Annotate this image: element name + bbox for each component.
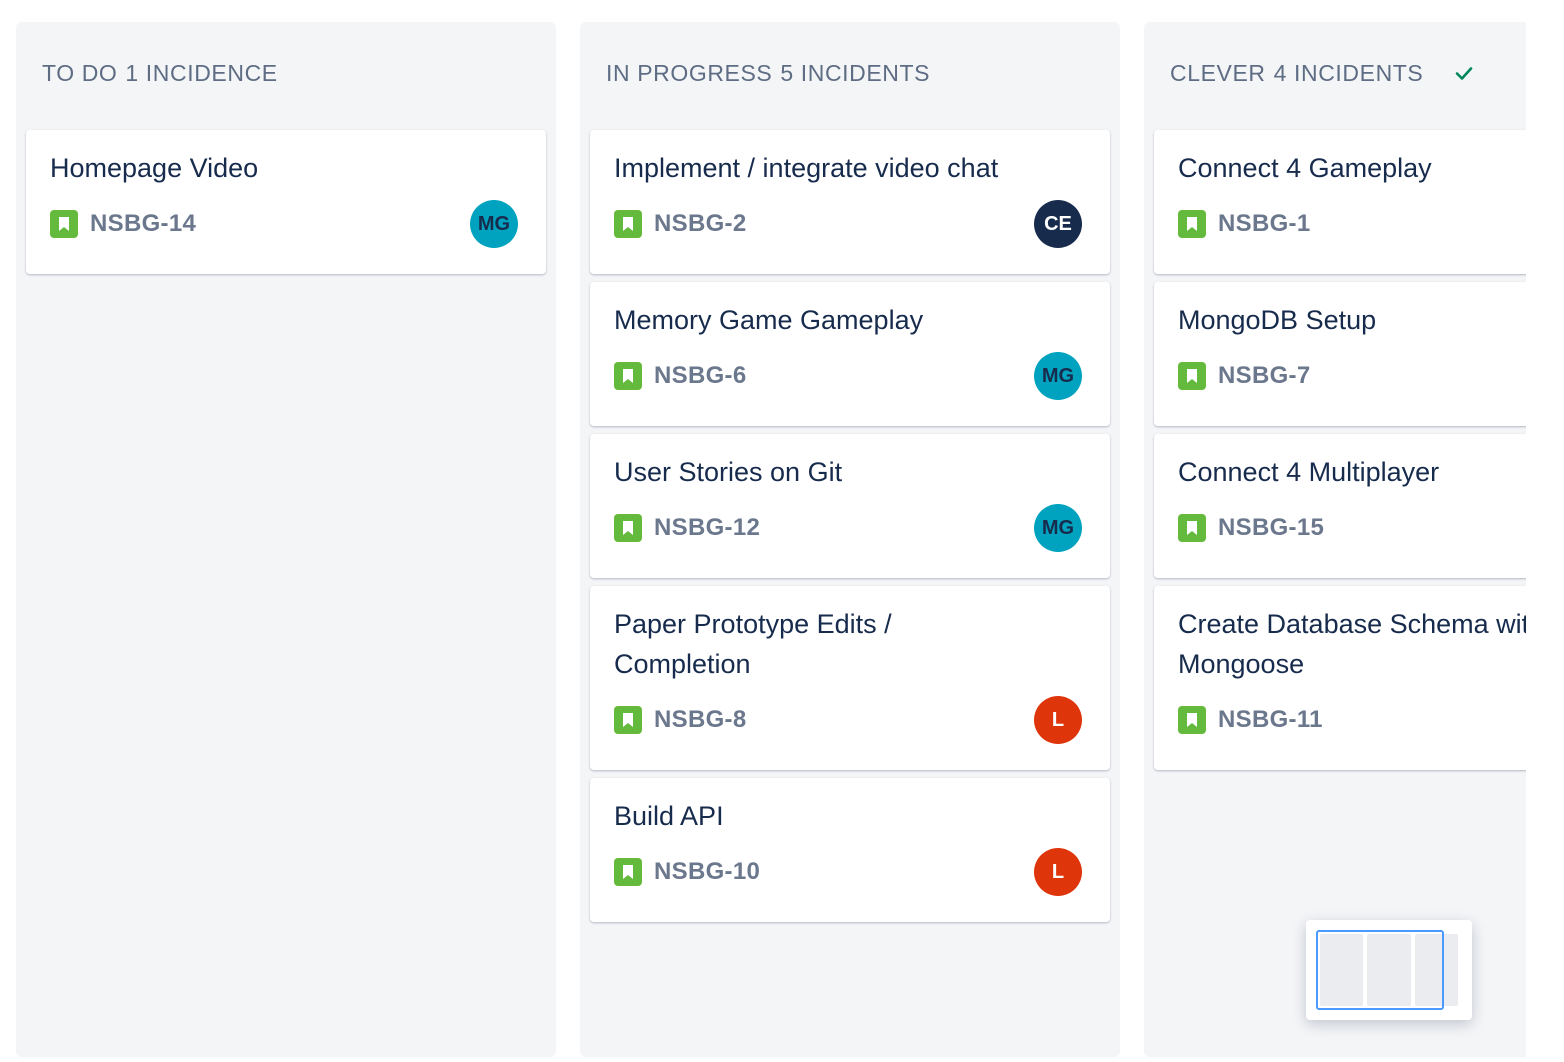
column-header[interactable]: TO DO 1 INCIDENCE bbox=[42, 58, 278, 88]
column-name: IN PROGRESS bbox=[606, 59, 773, 86]
minimap-viewport-handle[interactable] bbox=[1316, 930, 1444, 1010]
issue-key[interactable]: NSBG-1 bbox=[1218, 210, 1310, 238]
issue-card[interactable]: Connect 4 Gameplay NSBG-1 bbox=[1154, 130, 1526, 274]
card-title: Homepage Video bbox=[50, 153, 259, 183]
card-list: Homepage Video NSBG-14 MG bbox=[26, 130, 546, 282]
card-footer: NSBG-11 bbox=[1178, 696, 1526, 744]
column-count: 5 INCIDENTS bbox=[780, 59, 931, 86]
issue-card[interactable]: MongoDB Setup NSBG-7 bbox=[1154, 282, 1526, 426]
issue-card[interactable]: User Stories on Git NSBG-12 MG bbox=[590, 434, 1110, 578]
story-bookmark-icon bbox=[50, 210, 78, 238]
card-title: Connect 4 Gameplay bbox=[1178, 153, 1432, 183]
issue-key[interactable]: NSBG-10 bbox=[654, 858, 760, 886]
board-columns: TO DO 1 INCIDENCE Homepage Video NSBG-14… bbox=[0, 0, 1526, 1062]
assignee-avatar[interactable]: MG bbox=[1034, 352, 1082, 400]
story-bookmark-icon bbox=[614, 362, 642, 390]
issue-key[interactable]: NSBG-8 bbox=[654, 706, 746, 734]
column-name: CLEVER bbox=[1170, 59, 1266, 86]
card-title: Create Database Schema with Mongoose bbox=[1178, 604, 1526, 684]
story-bookmark-icon bbox=[1178, 362, 1206, 390]
board-minimap[interactable] bbox=[1306, 920, 1472, 1020]
board: TO DO 1 INCIDENCE Homepage Video NSBG-14… bbox=[0, 0, 1564, 1062]
issue-card[interactable]: Homepage Video NSBG-14 MG bbox=[26, 130, 546, 274]
card-title: Memory Game Gameplay bbox=[614, 305, 924, 335]
card-footer: NSBG-8 L bbox=[614, 696, 1086, 744]
story-bookmark-icon bbox=[1178, 706, 1206, 734]
story-bookmark-icon bbox=[614, 706, 642, 734]
card-footer: NSBG-14 MG bbox=[50, 200, 522, 248]
issue-card[interactable]: Paper Prototype Edits / Completion NSBG-… bbox=[590, 586, 1110, 770]
column-name: TO DO bbox=[42, 59, 118, 86]
assignee-avatar[interactable]: L bbox=[1034, 848, 1082, 896]
column-to-do: TO DO 1 INCIDENCE Homepage Video NSBG-14… bbox=[16, 22, 556, 1057]
card-footer: NSBG-12 MG bbox=[614, 504, 1086, 552]
card-footer: NSBG-10 L bbox=[614, 848, 1086, 896]
story-bookmark-icon bbox=[1178, 210, 1206, 238]
assignee-avatar[interactable]: L bbox=[1034, 696, 1082, 744]
issue-key[interactable]: NSBG-14 bbox=[90, 210, 196, 238]
card-list: Implement / integrate video chat NSBG-2 … bbox=[590, 130, 1110, 930]
column-count: 1 INCIDENCE bbox=[125, 59, 278, 86]
card-title: Implement / integrate video chat bbox=[614, 153, 999, 183]
card-footer: NSBG-1 bbox=[1178, 200, 1526, 248]
story-bookmark-icon bbox=[614, 210, 642, 238]
card-title: User Stories on Git bbox=[614, 457, 843, 487]
issue-key[interactable]: NSBG-6 bbox=[654, 362, 746, 390]
story-bookmark-icon bbox=[1178, 514, 1206, 542]
card-title: Connect 4 Multiplayer bbox=[1178, 457, 1440, 487]
issue-card[interactable]: Build API NSBG-10 L bbox=[590, 778, 1110, 922]
check-icon bbox=[1453, 62, 1475, 84]
issue-card[interactable]: Memory Game Gameplay NSBG-6 MG bbox=[590, 282, 1110, 426]
issue-card[interactable]: Implement / integrate video chat NSBG-2 … bbox=[590, 130, 1110, 274]
card-title: Build API bbox=[614, 801, 724, 831]
card-list: Connect 4 Gameplay NSBG-1 MongoDB Setup bbox=[1154, 130, 1526, 778]
story-bookmark-icon bbox=[614, 858, 642, 886]
card-footer: NSBG-6 MG bbox=[614, 352, 1086, 400]
issue-key[interactable]: NSBG-12 bbox=[654, 514, 760, 542]
issue-key[interactable]: NSBG-2 bbox=[654, 210, 746, 238]
assignee-avatar[interactable]: MG bbox=[470, 200, 518, 248]
assignee-avatar[interactable]: MG bbox=[1034, 504, 1082, 552]
assignee-avatar[interactable]: CE bbox=[1034, 200, 1082, 248]
issue-card[interactable]: Connect 4 Multiplayer NSBG-15 bbox=[1154, 434, 1526, 578]
issue-card[interactable]: Create Database Schema with Mongoose NSB… bbox=[1154, 586, 1526, 770]
issue-key[interactable]: NSBG-11 bbox=[1218, 706, 1323, 734]
card-footer: NSBG-7 bbox=[1178, 352, 1526, 400]
card-title: Paper Prototype Edits / Completion bbox=[614, 609, 892, 679]
issue-key[interactable]: NSBG-7 bbox=[1218, 362, 1310, 390]
column-header[interactable]: IN PROGRESS 5 INCIDENTS bbox=[606, 58, 930, 88]
story-bookmark-icon bbox=[614, 514, 642, 542]
column-header[interactable]: CLEVER 4 INCIDENTS bbox=[1170, 58, 1475, 88]
column-count: 4 INCIDENTS bbox=[1273, 59, 1424, 86]
column-in-progress: IN PROGRESS 5 INCIDENTS Implement / inte… bbox=[580, 22, 1120, 1057]
card-title-line: Mongoose bbox=[1178, 649, 1305, 679]
issue-key[interactable]: NSBG-15 bbox=[1218, 514, 1324, 542]
card-footer: NSBG-2 CE bbox=[614, 200, 1086, 248]
card-title: MongoDB Setup bbox=[1178, 305, 1377, 335]
card-footer: NSBG-15 bbox=[1178, 504, 1526, 552]
card-title-line: Create Database Schema with bbox=[1178, 609, 1526, 639]
column-clever: CLEVER 4 INCIDENTS Connect 4 Gameplay NS… bbox=[1144, 22, 1526, 1057]
